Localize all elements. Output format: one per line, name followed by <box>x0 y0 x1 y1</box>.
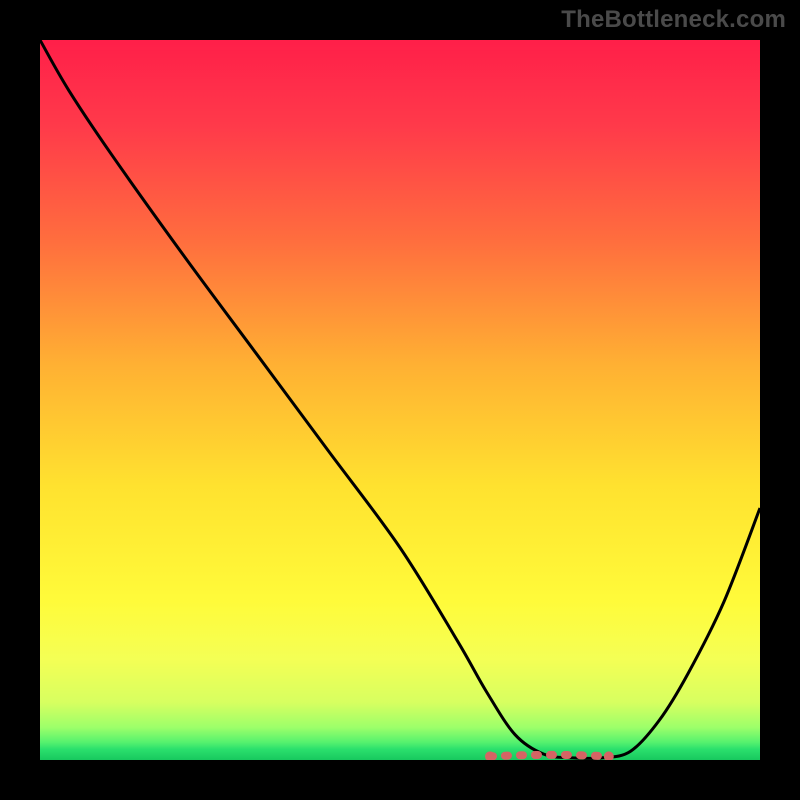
chart-frame: TheBottleneck.com <box>0 0 800 800</box>
curve-layer <box>40 40 760 760</box>
bottleneck-curve <box>40 40 760 758</box>
watermark-text: TheBottleneck.com <box>561 6 786 34</box>
highlight-endpoint-right <box>604 751 614 760</box>
plot-area <box>40 40 760 760</box>
flat-minimum-highlight <box>490 755 609 757</box>
